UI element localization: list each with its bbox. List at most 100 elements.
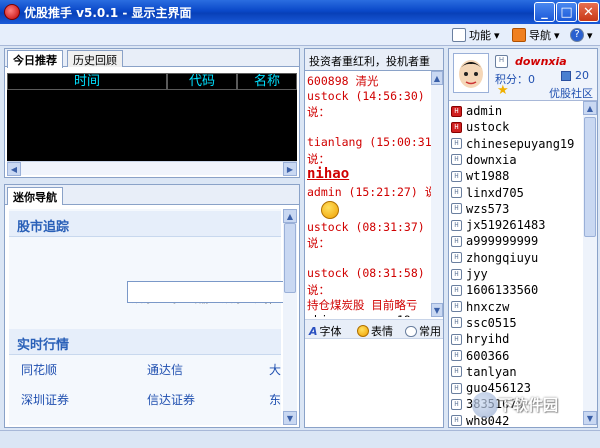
chat-line: 说： xyxy=(307,105,330,119)
online-user-list: Hadmin Hustock Hchinesepuyang19 Hdownxia Hwt… xyxy=(449,101,583,427)
scroll-up-icon[interactable]: ▲ xyxy=(431,71,443,85)
user-name: admin xyxy=(466,104,503,118)
close-button[interactable]: ✕ xyxy=(578,2,599,22)
tab-history[interactable]: 历史回顾 xyxy=(67,50,123,67)
common-phrases-button[interactable]: 常用 xyxy=(405,323,441,339)
user-list-item[interactable]: Hchinesepuyang19 xyxy=(451,136,574,152)
scroll-down-icon[interactable]: ▼ xyxy=(583,411,597,425)
user-name: chinesepuyang19 xyxy=(466,136,575,151)
chat-line: tianlang (15:00:31) xyxy=(307,135,431,149)
user-name: zhongqiuyu xyxy=(466,250,539,265)
window-title: 优股推手 v5.0.1 - 显示主界面 xyxy=(24,6,192,20)
maximize-button[interactable]: □ xyxy=(556,2,577,22)
user-list-item[interactable]: Htanlyan xyxy=(451,364,517,380)
scroll-down-icon[interactable]: ▼ xyxy=(431,303,443,317)
scroll-right-icon[interactable]: ▶ xyxy=(283,162,297,176)
link-xinda-securities[interactable]: 信达证券 xyxy=(147,391,195,408)
link-dong[interactable]: 东 xyxy=(269,391,281,408)
speech-bubble-icon xyxy=(405,325,417,337)
user-name: 1606133560 xyxy=(466,283,539,298)
help-icon: ? xyxy=(570,28,584,42)
user-icon: H xyxy=(451,121,462,133)
horizontal-scrollbar[interactable]: ◀ ▶ xyxy=(7,161,297,176)
stock-track-input[interactable] xyxy=(127,281,287,303)
user-name: hryihd xyxy=(466,332,510,347)
scroll-thumb[interactable] xyxy=(584,117,596,237)
app-logo-icon xyxy=(4,4,20,20)
chat-line: 说： xyxy=(307,151,330,166)
chevron-down-icon: ▾ xyxy=(494,28,500,42)
chat-header: 投资者重红利，投机者重 xyxy=(305,49,443,71)
user-list-item[interactable]: Ha999999999 xyxy=(451,233,538,249)
nav-menu[interactable]: 导航 ▾ xyxy=(512,27,560,43)
scroll-left-icon[interactable]: ◀ xyxy=(7,162,21,176)
user-list-item[interactable]: Hzhongqiuyu xyxy=(451,250,538,266)
user-name: 600366 xyxy=(466,348,510,363)
user-list-item[interactable]: Hdownxia xyxy=(451,152,517,168)
chat-input[interactable] xyxy=(305,340,443,427)
user-name: tanlyan xyxy=(466,364,517,379)
user-list-item[interactable]: H 600366 xyxy=(451,348,509,364)
chat-line: ustock (14:56:30) xyxy=(307,88,425,103)
link-shenzhen-securities[interactable]: 深圳证券 xyxy=(21,391,69,408)
user-list-item[interactable]: Hwzs573 xyxy=(451,201,509,217)
community-link[interactable]: 优股社区 xyxy=(549,85,593,101)
vertical-scrollbar[interactable]: ▲ ▼ xyxy=(283,209,297,425)
scroll-up-icon[interactable]: ▲ xyxy=(583,101,597,115)
column-header-name[interactable]: 名称 xyxy=(237,73,297,90)
scroll-up-icon[interactable]: ▲ xyxy=(283,209,297,223)
link-tongdaxin[interactable]: 通达信 xyxy=(147,361,183,378)
section-stock-track: 股市追踪 xyxy=(9,211,281,237)
function-menu[interactable]: 功能 ▾ xyxy=(452,27,500,43)
user-name: jx519261483 xyxy=(466,218,546,233)
title-bar[interactable]: 优股推手 v5.0.1 - 显示主界面 _ □ ✕ xyxy=(0,0,600,24)
nav-menu-label: 导航 xyxy=(529,29,551,42)
user-name: a999999999 xyxy=(466,234,539,249)
user-panel: H downxia 积分：0 20 ★ 优股社区 Hadmin Hustock Hc… xyxy=(448,48,598,428)
user-list-item[interactable]: Hhryihd xyxy=(451,331,509,347)
font-button-label: 字体 xyxy=(319,325,342,338)
avatar[interactable] xyxy=(453,53,489,93)
link-tonghuashun[interactable]: 同花顺 xyxy=(21,361,57,378)
user-name: hnxczw xyxy=(466,299,510,314)
section-realtime-quotes: 实时行情 xyxy=(9,329,281,355)
user-list-item[interactable]: Hadmin xyxy=(451,103,502,119)
font-button[interactable]: A 字体 xyxy=(309,323,342,339)
help-menu[interactable]: ? ▾ xyxy=(570,27,593,43)
column-header-code[interactable]: 代码 xyxy=(167,73,237,90)
mini-nav-body: 股市追踪 股票追踪：（输入股票代码, 实时行情 同花顺 通达信 大 深圳证券 信… xyxy=(9,209,281,425)
column-header-time[interactable]: 时间 xyxy=(7,73,167,90)
menu-strip: 功能 ▾ 导航 ▾ ? ▾ xyxy=(0,24,600,46)
user-icon: H xyxy=(451,366,462,378)
tab-today[interactable]: 今日推荐 xyxy=(7,50,63,68)
user-list-item[interactable]: Hhnxczw xyxy=(451,299,509,315)
user-list-item[interactable]: Hwt1988 xyxy=(451,168,509,184)
user-icon: H xyxy=(451,301,462,313)
tab-mini-nav[interactable]: 迷你导航 xyxy=(7,187,63,205)
user-list-item[interactable]: Hlinxd705 xyxy=(451,185,524,201)
watermark-text: 下软件园 xyxy=(498,396,559,414)
smiley-icon xyxy=(357,325,369,337)
chat-vertical-scrollbar[interactable]: ▲ ▼ xyxy=(431,71,443,317)
user-list-item[interactable]: Hjyy xyxy=(451,266,488,282)
link-da[interactable]: 大 xyxy=(269,361,281,378)
minimize-button[interactable]: _ xyxy=(534,2,555,22)
emoji-button[interactable]: 表情 xyxy=(357,323,393,339)
mini-nav-panel: 迷你导航 股市追踪 股票追踪：（输入股票代码, 实时行情 同花顺 通达信 大 深… xyxy=(4,184,300,428)
scroll-thumb[interactable] xyxy=(284,223,296,293)
chat-line: 持仓煤炭股 目前略亏 xyxy=(307,298,418,312)
user-list-item[interactable]: Hjx519261483 xyxy=(451,217,545,233)
user-list-scrollbar[interactable]: ▲ ▼ xyxy=(583,101,597,427)
user-icon: H xyxy=(451,187,462,198)
scroll-down-icon[interactable]: ▼ xyxy=(283,411,297,425)
user-list-item[interactable]: H 1606133560 xyxy=(451,282,538,298)
chat-line: 600898 清光 xyxy=(307,74,379,88)
recommend-panel: 今日推荐 历史回顾 时间 代码 名称 ◀ ▶ xyxy=(4,48,300,178)
user-name: downxia xyxy=(466,152,517,167)
user-icon: H xyxy=(451,268,462,280)
user-list-item[interactable]: Hssc0515 xyxy=(451,315,517,331)
chat-line: 说： xyxy=(307,236,330,250)
message-icon[interactable] xyxy=(561,71,571,81)
user-list-item[interactable]: Hustock xyxy=(451,119,509,135)
chat-line: nihao xyxy=(307,166,350,182)
